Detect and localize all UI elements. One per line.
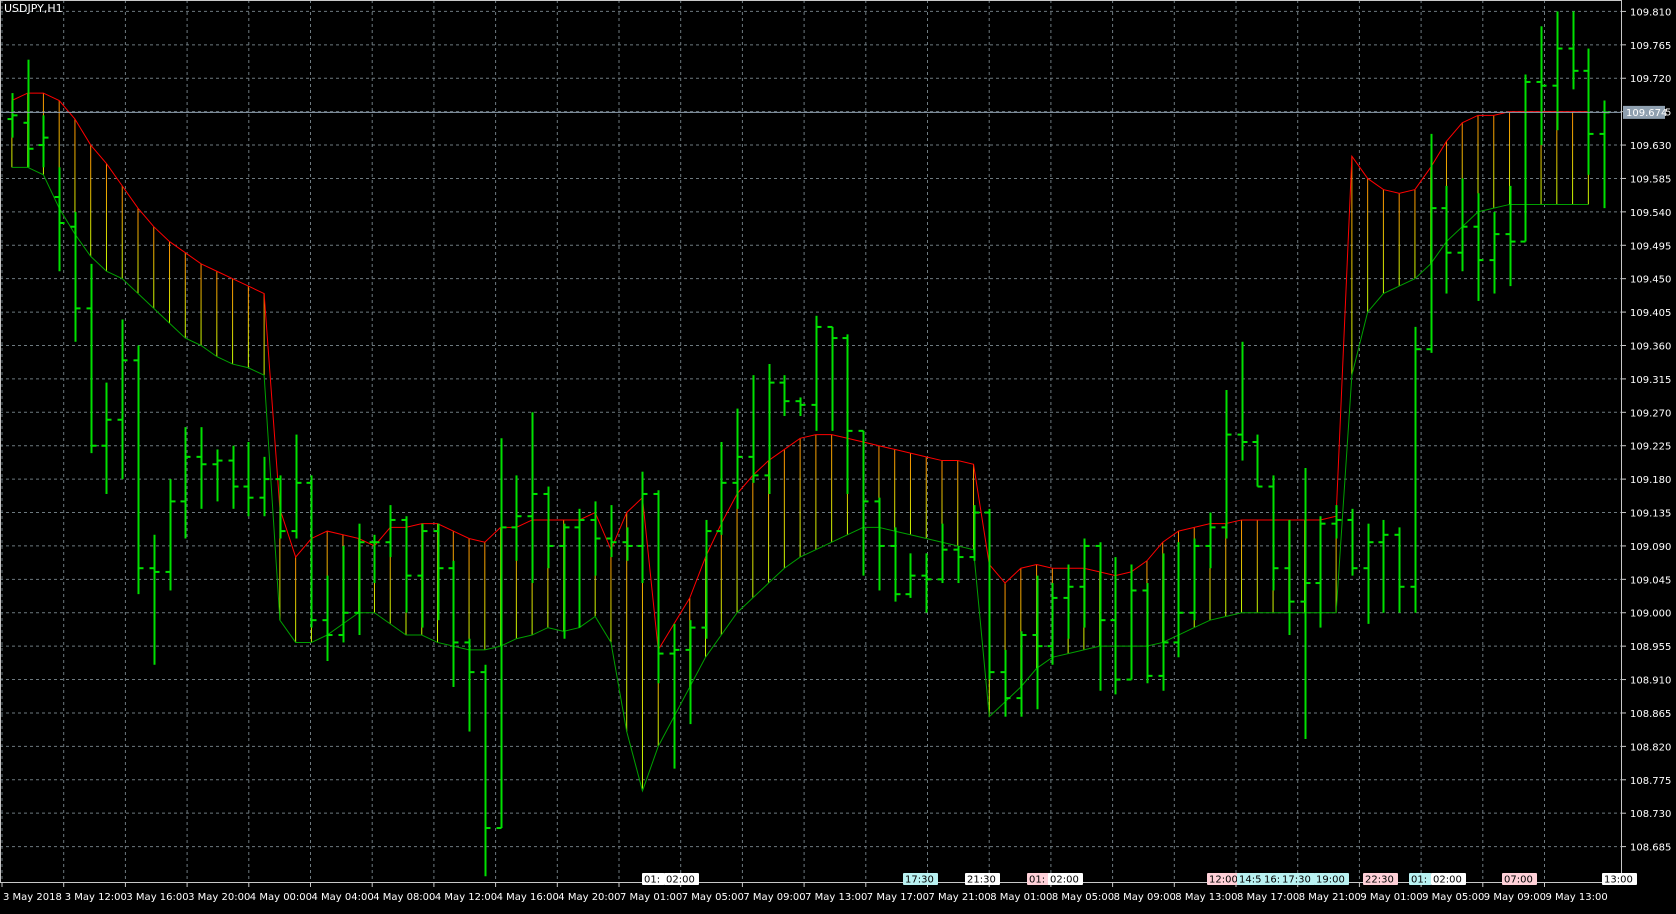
price-tick-label: 109.450: [1630, 275, 1671, 286]
event-marker-label: 02:00: [1433, 875, 1462, 886]
event-marker[interactable]: 17:30: [903, 873, 938, 886]
event-marker[interactable]: 21:30: [965, 873, 1000, 886]
event-marker-label: 22:30: [1365, 875, 1394, 886]
time-tick-label: 8 May 17:00: [1237, 892, 1299, 903]
symbol-title: USDJPY,H1: [4, 2, 63, 15]
time-tick-label: 8 May 21:00: [1299, 892, 1361, 903]
time-tick-label: 4 May 20:00: [558, 892, 620, 903]
price-tick-label: 109.315: [1630, 375, 1671, 386]
price-tick-label: 109.045: [1630, 575, 1671, 586]
event-marker-label: 13:00: [1604, 875, 1633, 886]
price-tick-label: 109.630: [1630, 141, 1671, 152]
price-tick-label: 109.495: [1630, 241, 1671, 252]
price-tick-label: 108.910: [1630, 676, 1671, 687]
time-tick-label: 7 May 09:00: [743, 892, 805, 903]
event-marker[interactable]: 07:00: [1502, 873, 1537, 886]
event-marker-label: 21:30: [967, 875, 996, 886]
price-tick-label: 109.585: [1630, 174, 1671, 185]
price-tick-label: 109.405: [1630, 308, 1671, 319]
event-marker-label: 17:30: [1282, 875, 1311, 886]
event-marker-label: 19:00: [1316, 875, 1345, 886]
event-marker[interactable]: 02:00: [1048, 873, 1083, 886]
time-tick-label: 7 May 21:00: [929, 892, 991, 903]
time-tick-label: 7 May 13:00: [805, 892, 867, 903]
time-tick-label: 8 May 09:00: [1114, 892, 1176, 903]
price-tick-label: 109.000: [1630, 609, 1671, 620]
time-tick-label: 4 May 00:00: [250, 892, 312, 903]
price-tick-label: 108.865: [1630, 709, 1671, 720]
price-tick-label: 109.225: [1630, 442, 1671, 453]
price-tick-label: 109.180: [1630, 475, 1671, 486]
current-price-label: 109.674: [1626, 108, 1667, 119]
time-tick-label: 3 May 2018: [3, 892, 62, 903]
time-tick-label: 3 May 20:00: [188, 892, 250, 903]
time-tick-label: 9 May 01:00: [1360, 892, 1422, 903]
price-tick-label: 109.090: [1630, 542, 1671, 553]
event-marker[interactable]: 22:30: [1363, 873, 1398, 886]
event-marker-label: 02:00: [1050, 875, 1079, 886]
price-tick-label: 109.270: [1630, 408, 1671, 419]
price-tick-label: 108.955: [1630, 642, 1671, 653]
time-tick-label: 7 May 17:00: [867, 892, 929, 903]
time-tick-label: 3 May 12:00: [65, 892, 127, 903]
event-marker[interactable]: 19:00: [1314, 873, 1349, 886]
current-price-tag: 109.674: [1623, 105, 1667, 119]
event-marker-label: 12:00: [1209, 875, 1238, 886]
event-marker-label: 16:: [1264, 875, 1280, 886]
time-tick-label: 9 May 05:00: [1422, 892, 1484, 903]
event-marker[interactable]: 02:00: [664, 873, 699, 886]
event-marker[interactable]: 01:: [1409, 873, 1432, 886]
time-tick-label: 3 May 16:00: [126, 892, 188, 903]
price-tick-label: 109.360: [1630, 341, 1671, 352]
price-tick-label: 109.540: [1630, 208, 1671, 219]
event-marker-label: 01:: [644, 875, 660, 886]
price-tick-label: 109.135: [1630, 509, 1671, 520]
event-marker[interactable]: 02:00: [1431, 873, 1466, 886]
price-tick-label: 109.765: [1630, 41, 1671, 52]
time-tick-label: 8 May 13:00: [1175, 892, 1237, 903]
chart-window[interactable]: 109.810109.765109.720109.675109.630109.5…: [0, 0, 1676, 910]
time-tick-label: 4 May 04:00: [312, 892, 374, 903]
event-marker[interactable]: 12:00: [1207, 873, 1242, 886]
time-tick-label: 4 May 12:00: [435, 892, 497, 903]
time-tick-label: 4 May 08:00: [373, 892, 435, 903]
price-tick-label: 108.685: [1630, 843, 1671, 854]
event-marker[interactable]: 17:30: [1280, 873, 1315, 886]
time-tick-label: 7 May 01:00: [620, 892, 682, 903]
price-chart[interactable]: 109.810109.765109.720109.675109.630109.5…: [0, 0, 1676, 910]
event-marker-label: 07:00: [1504, 875, 1533, 886]
event-marker[interactable]: 01:: [1027, 873, 1050, 886]
price-tick-label: 109.720: [1630, 74, 1671, 85]
time-tick-label: 8 May 05:00: [1052, 892, 1114, 903]
price-tick-label: 109.810: [1630, 7, 1671, 18]
price-tick-label: 108.775: [1630, 776, 1671, 787]
time-tick-label: 8 May 01:00: [990, 892, 1052, 903]
event-marker-label: 01:: [1411, 875, 1427, 886]
price-tick-label: 108.730: [1630, 809, 1671, 820]
event-marker-label: 17:30: [905, 875, 934, 886]
time-tick-label: 9 May 13:00: [1546, 892, 1608, 903]
event-marker-label: 01:: [1029, 875, 1045, 886]
time-tick-label: 9 May 09:00: [1484, 892, 1546, 903]
price-tick-label: 108.820: [1630, 742, 1671, 753]
time-tick-label: 4 May 16:00: [497, 892, 559, 903]
time-tick-label: 7 May 05:00: [682, 892, 744, 903]
event-marker-label: 02:00: [666, 875, 695, 886]
event-marker[interactable]: 13:00: [1602, 873, 1637, 886]
event-marker[interactable]: 01:: [642, 873, 665, 886]
